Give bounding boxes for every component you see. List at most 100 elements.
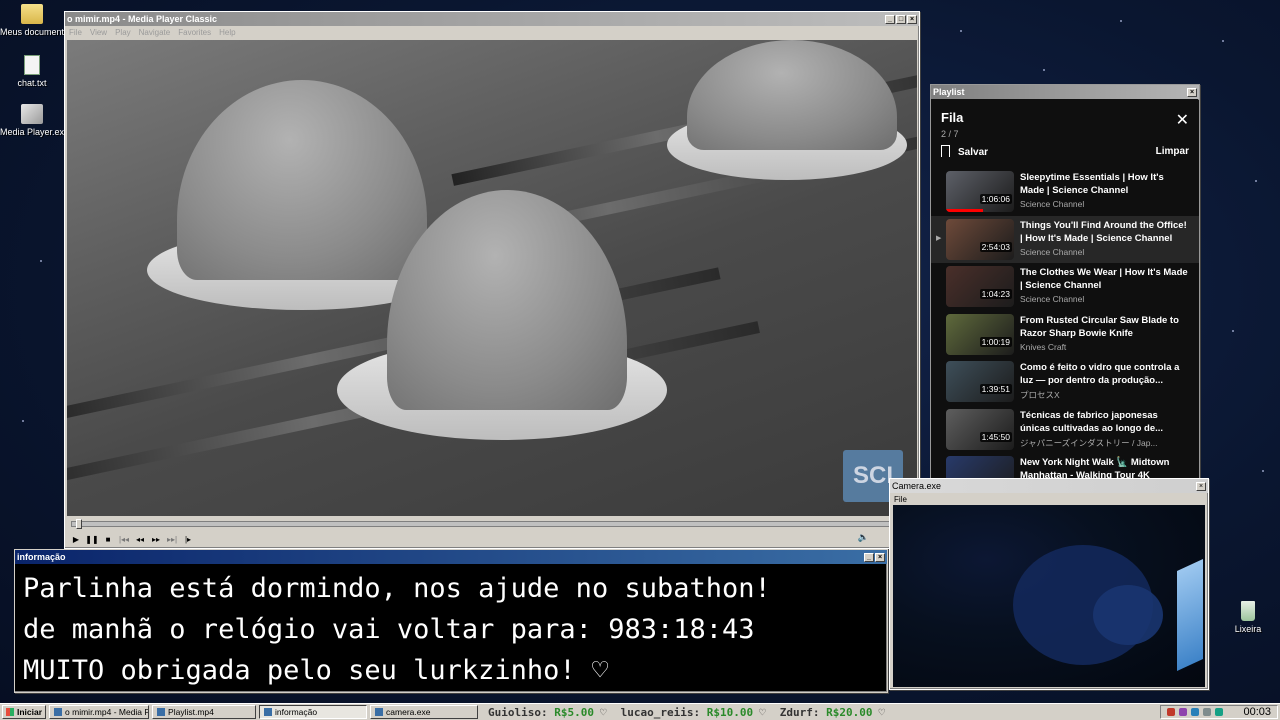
video-title: Things You'll Find Around the Office! | … — [1020, 219, 1187, 244]
now-playing-icon: ▶ — [936, 234, 942, 242]
desktop-icon-recycle-bin[interactable]: Lixeira — [1216, 601, 1280, 634]
queue-item[interactable]: 1:04:23 The Clothes We Wear | How It's Ma… — [931, 263, 1199, 311]
desktop-icon-my-documents[interactable]: Meus documentos — [0, 4, 74, 37]
tray-icon[interactable] — [1167, 708, 1176, 716]
taskbar-task-button[interactable]: Playlist.mp4 — [152, 705, 257, 719]
desktop-icon-label: Media Player.exe — [0, 127, 70, 137]
recycle-bin-icon — [1241, 601, 1255, 621]
queue-item[interactable]: 1:06:06 Sleepytime Essentials | How It's … — [931, 168, 1199, 216]
queue-item[interactable]: 1:45:50 Técnicas de fabrico japonesas úni… — [931, 406, 1199, 454]
queue-header: Fila 2 / 7 ✕ Salvar Limpar — [931, 100, 1199, 168]
donation-ticker: Guioliso: R$5.00 ♡ lucao_reiis: R$10.00 ♡ Zd… — [488, 706, 1160, 719]
donor-name: Guioliso: — [488, 705, 548, 719]
info-line: Parlinha está dormindo, nos ajude no sub… — [23, 573, 771, 604]
start-label: Iniciar — [17, 707, 43, 717]
previous-icon[interactable]: |◂◂ — [117, 533, 131, 546]
taskbar-task-button[interactable]: o mimir.mp4 - Media Playe... — [49, 705, 150, 719]
minimize-button[interactable]: _ — [885, 14, 895, 24]
seek-thumb[interactable] — [76, 519, 83, 529]
media-player-icon — [21, 104, 43, 124]
video-duration: 2:54:03 — [979, 241, 1012, 252]
taskbar-task-button[interactable]: camera.exe — [370, 705, 479, 719]
volume-icon[interactable]: 🔈 — [858, 532, 869, 543]
window-icon — [375, 708, 384, 716]
menu-help[interactable]: Help — [219, 28, 235, 37]
system-tray: 00:03 — [1160, 705, 1278, 719]
close-icon[interactable]: ✕ — [1176, 113, 1189, 129]
tray-icon[interactable] — [1203, 708, 1212, 716]
rewind-icon[interactable]: ◂◂ — [133, 533, 147, 546]
desktop-icon-chat-txt[interactable]: chat.txt — [0, 55, 64, 88]
video-title: Técnicas de fabrico japonesas únicas cul… — [1020, 409, 1164, 434]
play-icon[interactable]: ▶ — [69, 533, 83, 546]
tray-icon[interactable] — [1215, 708, 1224, 716]
next-icon[interactable]: ▸▸| — [165, 533, 179, 546]
info-line: de manhã o relógio vai voltar para: 983:… — [23, 614, 755, 645]
taskbar: Iniciar o mimir.mp4 - Media Playe... Play… — [0, 703, 1280, 720]
minimize-button[interactable]: _ — [864, 552, 874, 562]
maximize-button[interactable]: □ — [896, 14, 906, 24]
queue-item[interactable]: 1:39:51 Como é feito o vidro que controla… — [931, 358, 1199, 406]
close-button[interactable]: × — [1196, 481, 1206, 491]
camera-titlebar[interactable]: Camera.exe × — [890, 479, 1208, 493]
channel-name: Science Channel — [1020, 246, 1085, 257]
video-duration: 1:00:19 — [979, 336, 1012, 347]
menu-file[interactable]: File — [69, 28, 82, 37]
info-titlebar[interactable]: informação _ × — [15, 550, 887, 564]
playlist-titlebar[interactable]: Playlist × — [931, 85, 1199, 99]
playlist-panel: Fila 2 / 7 ✕ Salvar Limpar 1:06:06 Sleepy… — [931, 100, 1199, 480]
heart-icon: ♡ — [759, 705, 766, 719]
clock[interactable]: 00:03 — [1243, 706, 1271, 718]
menu-favorites[interactable]: Favorites — [178, 28, 211, 37]
tray-icon[interactable] — [1179, 708, 1188, 716]
taskbar-task-button[interactable]: informação — [259, 705, 368, 719]
menu-play[interactable]: Play — [115, 28, 131, 37]
camera-background-monitor — [1177, 558, 1203, 672]
close-button[interactable]: × — [907, 14, 917, 24]
menu-file[interactable]: File — [894, 495, 907, 504]
text-file-icon — [24, 55, 40, 75]
menu-view[interactable]: View — [90, 28, 107, 37]
save-label: Salvar — [958, 147, 989, 158]
seek-bar[interactable] — [71, 519, 913, 529]
save-button[interactable]: Salvar — [941, 145, 988, 158]
video-frame[interactable]: SCI — [67, 40, 917, 516]
queue-item[interactable]: ▶ 2:54:03 Things You'll Find Around the Of… — [931, 215, 1199, 263]
windows-logo-icon — [6, 708, 14, 716]
heart-icon: ♡ — [878, 705, 886, 719]
media-player-window[interactable]: o mimir.mp4 - Media Player Classic _ □ ×… — [64, 11, 920, 549]
close-button[interactable]: × — [875, 552, 885, 562]
video-title: From Rusted Circular Saw Blade to Razor … — [1020, 314, 1179, 339]
queue-item[interactable]: 1:00:19 From Rusted Circular Saw Blade to… — [931, 311, 1199, 359]
donation-amount: R$20.00 — [826, 705, 873, 719]
pause-icon[interactable]: ❚❚ — [85, 533, 99, 546]
video-duration: 1:06:06 — [979, 194, 1012, 204]
tray-icon[interactable] — [1191, 708, 1200, 716]
playlist-window[interactable]: Playlist × Fila 2 / 7 ✕ Salvar Limpar 1:… — [930, 84, 1200, 480]
info-line: MUITO obrigada pelo seu lurkzinho! ♡ — [23, 655, 609, 686]
info-window[interactable]: informação _ × Parlinha está dormindo, n… — [14, 549, 888, 693]
desktop-icon-label: chat.txt — [17, 78, 47, 88]
video-coffee-pod — [177, 80, 427, 280]
donation-entry: Guioliso: R$5.00 ♡ — [488, 706, 621, 719]
desktop-icon-media-player[interactable]: Media Player.exe — [0, 104, 70, 137]
frame-step-icon[interactable]: |▸ — [181, 533, 195, 546]
fast-forward-icon[interactable]: ▸▸ — [149, 533, 163, 546]
camera-window[interactable]: Camera.exe × File — [889, 478, 1209, 690]
video-duration: 1:04:23 — [979, 289, 1012, 299]
media-player-titlebar[interactable]: o mimir.mp4 - Media Player Classic _ □ × — [65, 12, 919, 26]
info-window-title: informação — [17, 552, 66, 562]
stop-icon[interactable]: ■ — [101, 533, 115, 546]
video-thumbnail: 2:54:03 — [946, 218, 1014, 260]
window-icon — [54, 708, 63, 716]
menu-navigate[interactable]: Navigate — [139, 28, 171, 37]
clear-button[interactable]: Limpar — [1156, 146, 1189, 157]
queue-item[interactable]: New York Night Walk 🗽 Midtown Manhattan … — [931, 453, 1199, 480]
video-thumbnail: 1:06:06 — [946, 171, 1014, 212]
close-button[interactable]: × — [1187, 87, 1197, 97]
queue-position: 2 / 7 — [941, 129, 959, 139]
window-icon — [157, 708, 166, 716]
video-title: The Clothes We Wear | How It's Made | Sc… — [1020, 267, 1188, 291]
task-list: o mimir.mp4 - Media Playe... Playlist.mp4… — [46, 705, 479, 719]
start-button[interactable]: Iniciar — [2, 705, 47, 719]
